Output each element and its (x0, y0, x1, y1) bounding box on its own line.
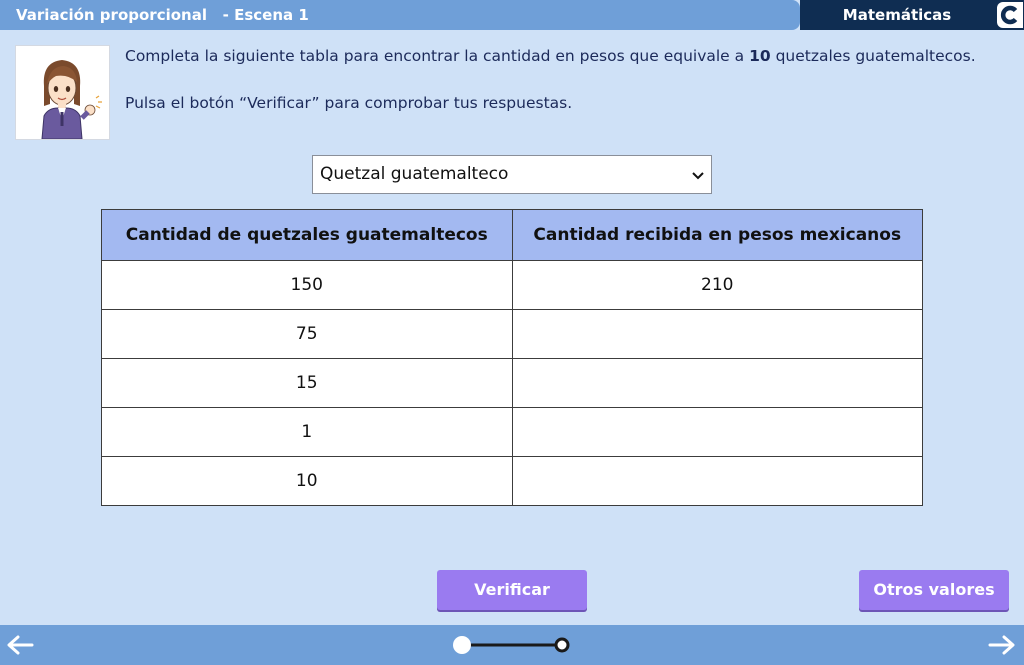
quetzales-cell: 150 (101, 260, 513, 310)
quetzales-cell: 15 (101, 358, 513, 408)
header-pesos: Cantidad recibida en pesos mexicanos (511, 209, 923, 261)
instruction-line-2: Pulsa el botón “Verificar” para comproba… (125, 94, 573, 112)
table-row: 150 210 (101, 260, 923, 310)
progress-step-next[interactable] (554, 637, 570, 653)
instruction-line-1: Completa la siguiente tabla para encontr… (125, 47, 976, 65)
pesos-input-cell[interactable] (511, 407, 923, 457)
table-row: 1 (101, 407, 923, 457)
pesos-input-cell[interactable] (511, 456, 923, 506)
other-values-button[interactable]: Otros valores (859, 570, 1009, 610)
quetzales-cell: 1 (101, 407, 513, 457)
table-row: 15 (101, 358, 923, 408)
conversion-table: Cantidad de quetzales guatemaltecos Cant… (101, 209, 923, 506)
header-quetzales: Cantidad de quetzales guatemaltecos (101, 209, 513, 261)
quetzales-cell: 10 (101, 456, 513, 506)
target-amount: 10 (749, 47, 771, 65)
currency-select-value: Quetzal guatemalteco (320, 164, 509, 184)
c-logo-icon (997, 2, 1023, 28)
arrow-left-icon[interactable] (4, 633, 36, 657)
pesos-cell: 210 (511, 260, 923, 310)
pesos-input-cell[interactable] (511, 309, 923, 359)
teacher-avatar-icon (41, 60, 102, 140)
logo (994, 0, 1024, 30)
top-bar: Variación proporcional - Escena 1 Matemá… (0, 0, 1024, 30)
progress-step-current[interactable] (453, 636, 471, 654)
scene-title: Variación proporcional - Escena 1 (0, 0, 800, 30)
pesos-input-cell[interactable] (511, 358, 923, 408)
bottom-nav-bar (0, 625, 1024, 665)
chevron-down-icon (692, 172, 704, 180)
currency-select[interactable]: Quetzal guatemalteco (312, 155, 712, 194)
avatar (15, 45, 110, 140)
scene-progress-indicator (453, 636, 570, 654)
table-header-row: Cantidad de quetzales guatemaltecos Cant… (101, 209, 923, 261)
quetzales-cell: 75 (101, 309, 513, 359)
arrow-right-icon[interactable] (986, 633, 1018, 657)
verify-button[interactable]: Verificar (437, 570, 587, 610)
subject-label: Matemáticas (800, 0, 994, 30)
table-row: 10 (101, 456, 923, 506)
table-row: 75 (101, 309, 923, 359)
